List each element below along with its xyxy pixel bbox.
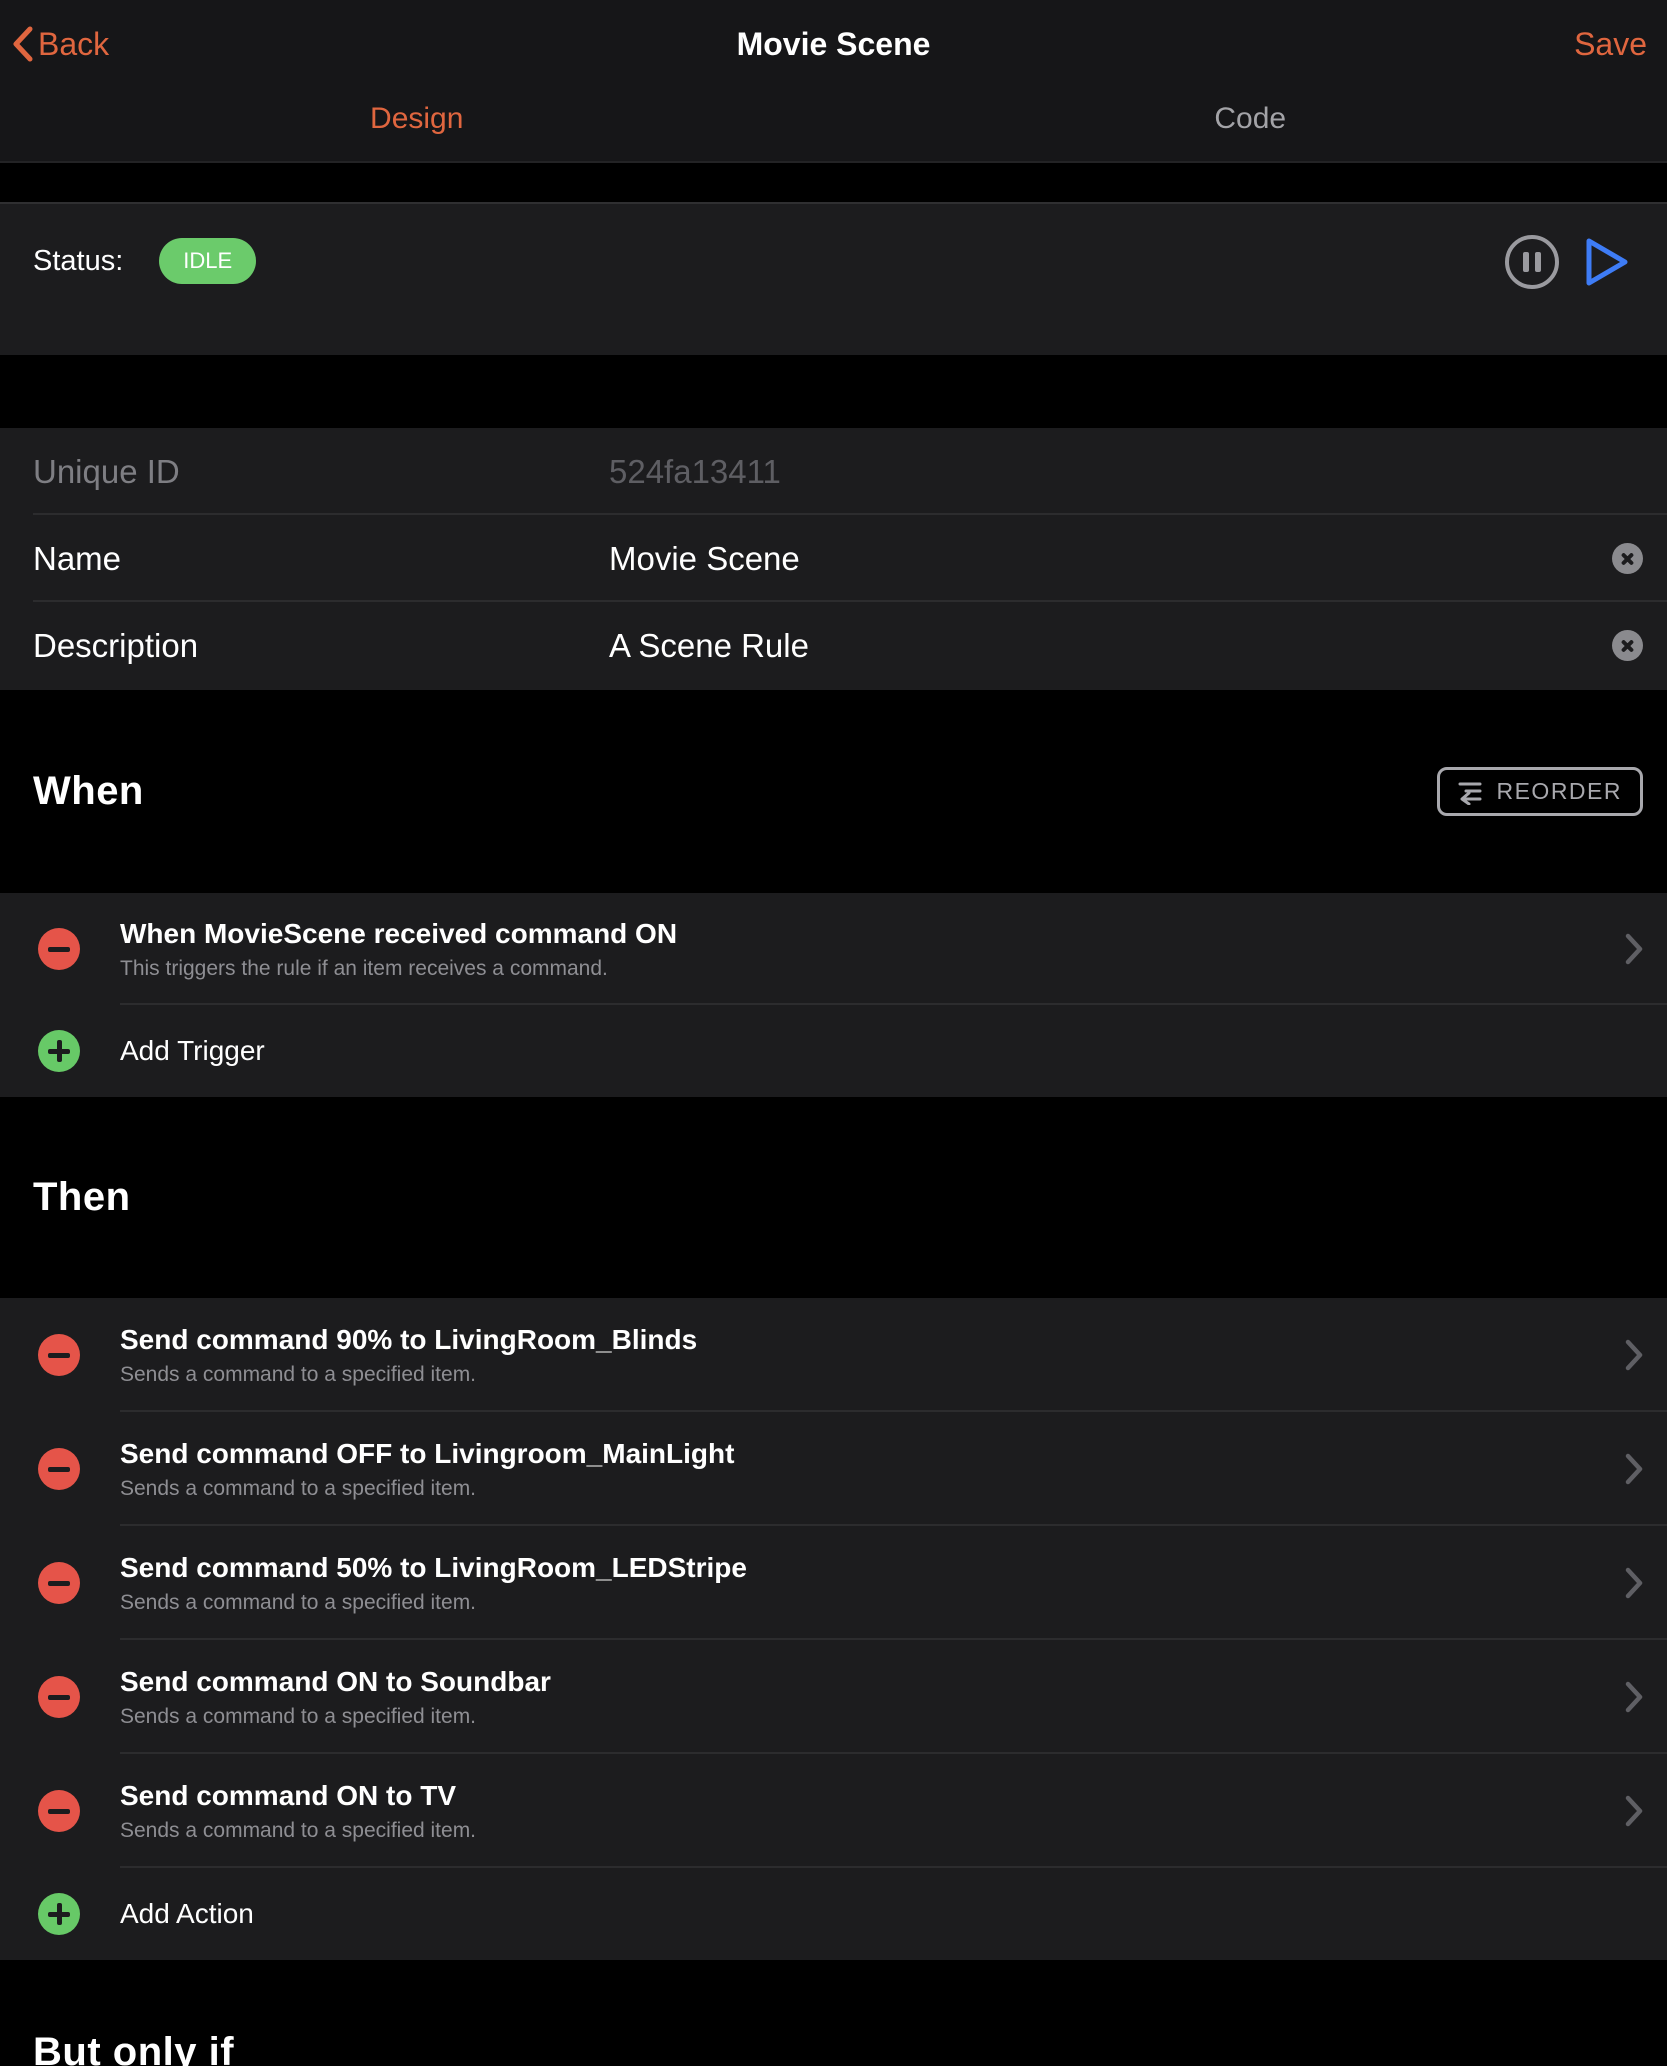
clear-field-button[interactable] <box>1612 543 1643 574</box>
then-section-header: Then <box>0 1097 1667 1298</box>
action-row[interactable]: Send command 50% to LivingRoom_LEDStripe… <box>0 1526 1667 1640</box>
action-row[interactable]: Send command ON to Soundbar Sends a comm… <box>0 1640 1667 1754</box>
add-action-label: Add Action <box>120 1898 254 1930</box>
form-row-label: Description <box>33 627 609 665</box>
form-row: Unique ID 524fa13411 <box>0 428 1667 515</box>
trigger-subtitle: This triggers the rule if an item receiv… <box>120 957 677 981</box>
clear-field-button[interactable] <box>1612 630 1643 661</box>
plus-icon <box>38 1893 80 1935</box>
form-row-label: Unique ID <box>33 453 609 491</box>
remove-action-button[interactable] <box>38 1334 80 1376</box>
chevron-right-icon <box>1623 1679 1645 1715</box>
chevron-right-icon <box>1623 1565 1645 1601</box>
plus-icon <box>38 1030 80 1072</box>
but-only-if-section-header: But only if <box>0 1963 1667 2066</box>
actions-list: Send command 90% to LivingRoom_Blinds Se… <box>0 1298 1667 1960</box>
form-row-value-field[interactable]: A Scene Rule <box>609 627 809 665</box>
status-badge: IDLE <box>159 238 256 284</box>
remove-trigger-button[interactable] <box>38 928 80 970</box>
rule-details-form: Unique ID 524fa13411 Name Movie Scene De… <box>0 428 1667 690</box>
then-heading: Then <box>33 1175 131 1220</box>
reorder-icon <box>1454 779 1484 805</box>
navigation-bar: Back Movie Scene Save Design Code <box>0 0 1667 163</box>
form-row: Description A Scene Rule <box>0 602 1667 689</box>
action-subtitle: Sends a command to a specified item. <box>120 1591 747 1615</box>
play-icon <box>1581 235 1631 289</box>
run-rule-button[interactable] <box>1581 235 1631 289</box>
action-title: Send command ON to TV <box>120 1780 476 1812</box>
action-subtitle: Sends a command to a specified item. <box>120 1477 734 1501</box>
action-subtitle: Sends a command to a specified item. <box>120 1705 551 1729</box>
add-trigger-button[interactable]: Add Trigger <box>0 1005 1667 1097</box>
form-row-value-field[interactable]: 524fa13411 <box>609 453 781 491</box>
action-row[interactable]: Send command 90% to LivingRoom_Blinds Se… <box>0 1298 1667 1412</box>
action-row[interactable]: Send command ON to TV Sends a command to… <box>0 1754 1667 1868</box>
add-action-button[interactable]: Add Action <box>0 1868 1667 1960</box>
trigger-row[interactable]: When MovieScene received command ON This… <box>0 893 1667 1005</box>
status-label: Status: <box>33 245 123 278</box>
form-row: Name Movie Scene <box>0 515 1667 602</box>
form-row-label: Name <box>33 540 609 578</box>
back-label: Back <box>38 26 109 63</box>
save-button[interactable]: Save <box>1574 26 1647 63</box>
pause-rule-button[interactable] <box>1505 235 1559 289</box>
tab-code[interactable]: Code <box>834 84 1667 154</box>
remove-action-button[interactable] <box>38 1562 80 1604</box>
chevron-right-icon <box>1623 1793 1645 1829</box>
when-section-header: When REORDER <box>0 690 1667 893</box>
pause-icon <box>1523 252 1529 272</box>
add-trigger-label: Add Trigger <box>120 1035 265 1067</box>
trigger-title: When MovieScene received command ON <box>120 918 677 950</box>
remove-action-button[interactable] <box>38 1790 80 1832</box>
action-title: Send command 90% to LivingRoom_Blinds <box>120 1324 697 1356</box>
back-chevron-icon <box>12 26 34 62</box>
chevron-right-icon <box>1623 931 1645 967</box>
reorder-label: REORDER <box>1496 778 1622 805</box>
action-subtitle: Sends a command to a specified item. <box>120 1819 476 1843</box>
triggers-list: When MovieScene received command ON This… <box>0 893 1667 1097</box>
remove-action-button[interactable] <box>38 1676 80 1718</box>
chevron-right-icon <box>1623 1451 1645 1487</box>
action-row[interactable]: Send command OFF to Livingroom_MainLight… <box>0 1412 1667 1526</box>
nav-row: Back Movie Scene Save <box>0 0 1667 78</box>
when-heading: When <box>33 769 144 814</box>
back-button[interactable]: Back <box>12 26 109 63</box>
chevron-right-icon <box>1623 1337 1645 1373</box>
status-row: Status: IDLE <box>33 234 256 288</box>
but-only-if-heading: But only if <box>33 2030 234 2066</box>
rule-run-controls <box>1505 234 1631 290</box>
action-title: Send command ON to Soundbar <box>120 1666 551 1698</box>
rule-editor-screen: Back Movie Scene Save Design Code Status… <box>0 0 1667 2066</box>
tab-bar: Design Code <box>0 84 1667 154</box>
action-title: Send command OFF to Livingroom_MainLight <box>120 1438 734 1470</box>
page-title: Movie Scene <box>0 26 1667 63</box>
tab-design[interactable]: Design <box>0 84 834 154</box>
action-subtitle: Sends a command to a specified item. <box>120 1363 697 1387</box>
action-title: Send command 50% to LivingRoom_LEDStripe <box>120 1552 747 1584</box>
form-row-value-field[interactable]: Movie Scene <box>609 540 800 578</box>
status-section: Status: IDLE <box>0 202 1667 355</box>
reorder-button[interactable]: REORDER <box>1437 767 1643 816</box>
remove-action-button[interactable] <box>38 1448 80 1490</box>
